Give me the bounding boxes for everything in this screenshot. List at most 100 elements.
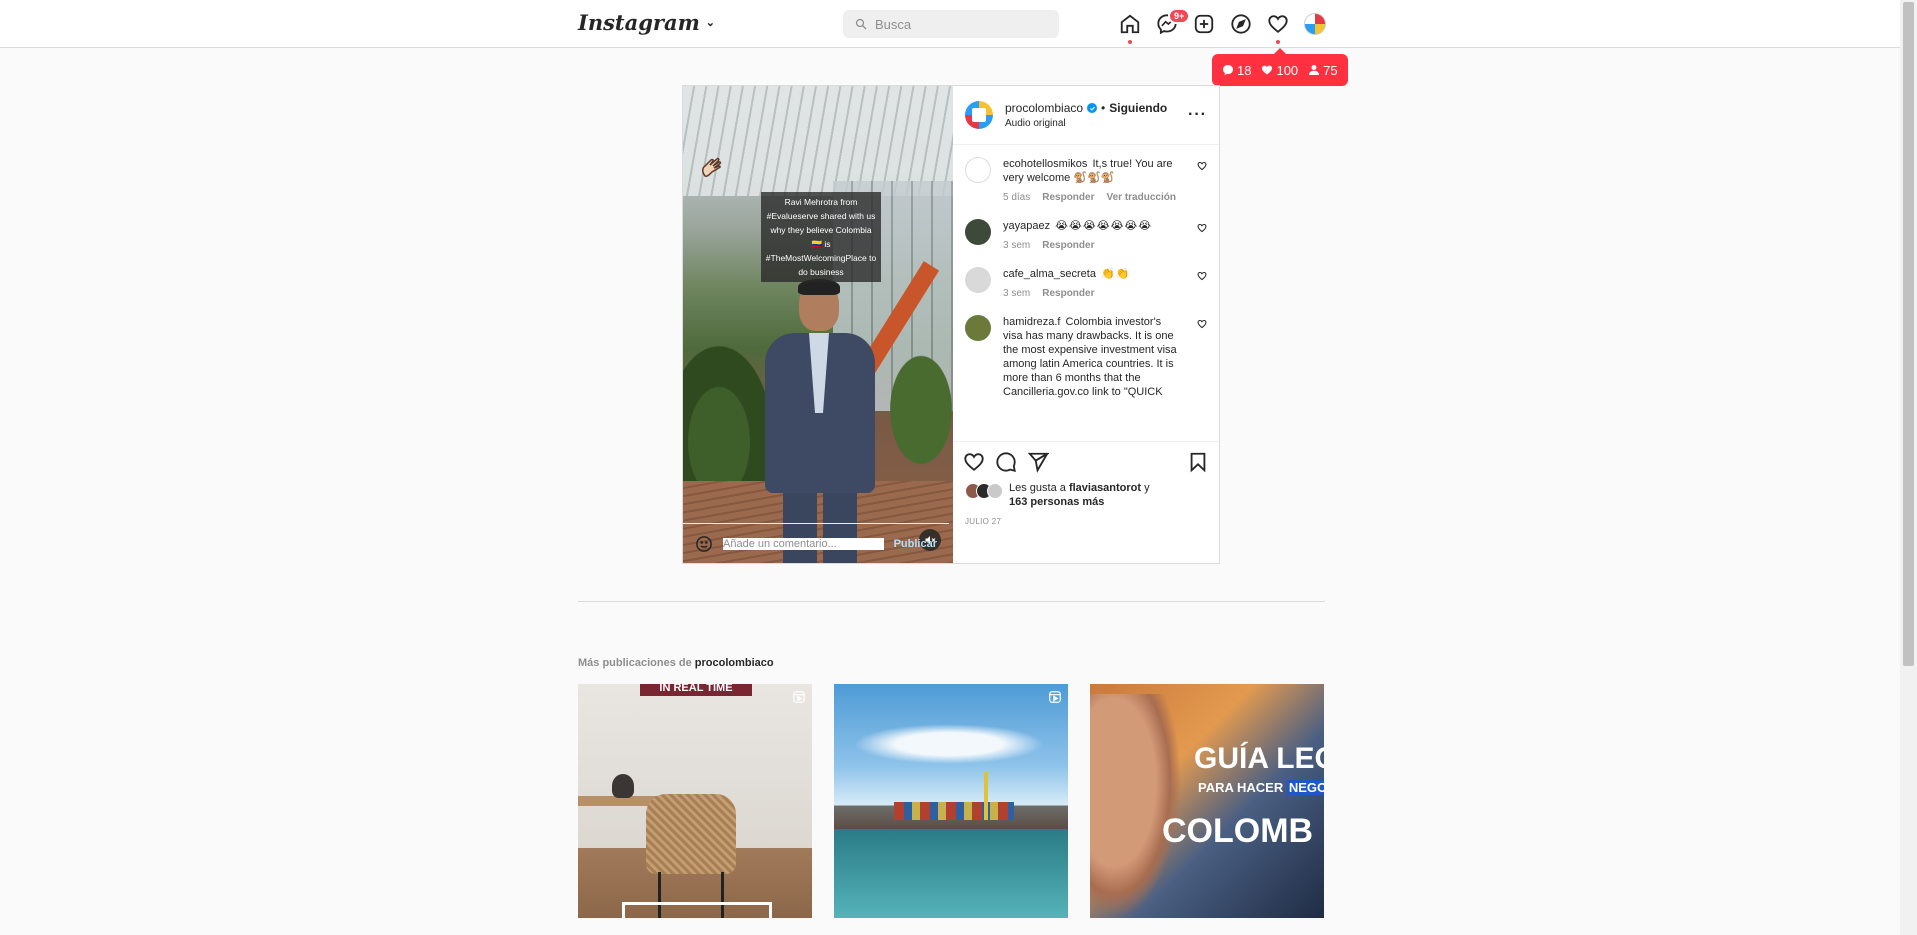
- notif-likes-count: 100: [1276, 62, 1299, 78]
- translate-button[interactable]: Ver traducción: [1106, 191, 1175, 205]
- comment-body: yayapaez 😭😭😭😭😭😭😭 3 sem Responder: [1003, 219, 1183, 253]
- activity-notification-popup[interactable]: 18 100 75: [1212, 48, 1348, 86]
- thumbnail-country-text: COLOMB: [1162, 812, 1314, 850]
- comment-time: 5 días: [1003, 192, 1031, 203]
- reel-icon: [1049, 691, 1061, 703]
- likes-user[interactable]: flaviasantorot: [1069, 482, 1141, 494]
- post-header-info: procolombiaco • Siguiendo Audio original: [1005, 101, 1167, 129]
- verified-badge-icon: [1087, 103, 1098, 113]
- reply-button[interactable]: Responder: [1042, 287, 1094, 301]
- comment-avatar[interactable]: [965, 219, 991, 245]
- more-posts-prefix: Más publicaciones de: [578, 657, 692, 669]
- post-header: procolombiaco • Siguiendo Audio original…: [953, 86, 1219, 145]
- person-icon: [1309, 65, 1320, 75]
- home-icon: [1120, 14, 1140, 34]
- bookmark-icon[interactable]: [1187, 451, 1209, 473]
- search-box[interactable]: [843, 10, 1059, 38]
- page-scrollbar[interactable]: [1900, 0, 1917, 935]
- post-thumbnail[interactable]: GUÍA LEG PARA HACER NEGOC COLOMB: [1090, 684, 1324, 918]
- messages-badge: 9+: [1168, 8, 1191, 24]
- chevron-down-icon: ⌄: [705, 16, 716, 29]
- post-thumbnail[interactable]: IN REAL TIME: [578, 684, 812, 918]
- comment-avatar[interactable]: [965, 267, 991, 293]
- comment-like-heart-icon[interactable]: [1197, 319, 1207, 329]
- emoji-smiley-icon[interactable]: [695, 535, 713, 553]
- thumbnail-subtitle-part1: PARA HACER: [1198, 780, 1284, 795]
- comment-username[interactable]: hamidreza.f: [1003, 316, 1060, 328]
- activity-indicator-dot: [1276, 40, 1280, 44]
- comment-like-heart-icon[interactable]: [1197, 271, 1207, 281]
- post-video[interactable]: Ravi Mehrotra from #Evalueserve shared w…: [683, 86, 953, 563]
- share-paper-plane-icon[interactable]: [1027, 451, 1049, 473]
- account-avatar[interactable]: [965, 101, 993, 129]
- search-input[interactable]: [875, 16, 1045, 32]
- thumbnail-subtitle-highlight: NEGOC: [1286, 780, 1324, 795]
- thumb-frame: [622, 902, 772, 918]
- likers-avatars: [965, 483, 1003, 499]
- notif-comments-count: 18: [1237, 62, 1252, 78]
- like-heart-icon[interactable]: [963, 451, 985, 473]
- more-posts-account[interactable]: procolombiaco: [695, 657, 774, 669]
- publish-button[interactable]: Publicar: [894, 538, 937, 550]
- post-actions-bar: [953, 441, 1219, 481]
- thumbnail-banner-text: IN REAL TIME: [640, 684, 752, 696]
- home-button[interactable]: [1118, 12, 1142, 44]
- thumb-hand-stamp: [1090, 694, 1180, 914]
- comment-item: hamidreza.f Colombia investor's visa has…: [965, 315, 1207, 399]
- comments-list: ecohotellosmikos It,s true! You are very…: [953, 145, 1219, 441]
- comment-like-heart-icon[interactable]: [1197, 161, 1207, 171]
- comment-username[interactable]: yayapaez: [1003, 220, 1050, 232]
- reply-button[interactable]: Responder: [1042, 191, 1094, 205]
- plus-square-icon: [1194, 14, 1214, 34]
- heart-filled-icon: [1262, 65, 1273, 75]
- comment-item: yayapaez 😭😭😭😭😭😭😭 3 sem Responder: [965, 219, 1207, 253]
- audio-link[interactable]: Audio original: [1005, 118, 1167, 129]
- compass-icon: [1231, 14, 1251, 34]
- nav-icons: 9+: [1118, 8, 1327, 44]
- messages-button[interactable]: 9+: [1155, 8, 1191, 36]
- add-comment-bar: Publicar: [683, 523, 949, 563]
- video-caption-overlay: Ravi Mehrotra from #Evalueserve shared w…: [761, 192, 881, 282]
- comment-body: ecohotellosmikos It,s true! You are very…: [1003, 157, 1183, 205]
- notif-comments: 18: [1222, 63, 1251, 78]
- new-post-button[interactable]: [1192, 12, 1216, 36]
- comment-time: 3 sem: [1003, 288, 1031, 299]
- heart-icon: [1268, 15, 1288, 33]
- more-options-button[interactable]: ···: [1188, 106, 1207, 124]
- comment-input[interactable]: [723, 537, 884, 550]
- post-thumbnail[interactable]: [834, 684, 1068, 918]
- thumb-vase: [612, 774, 634, 798]
- likes-conjunction: y: [1144, 482, 1150, 494]
- comment-username[interactable]: cafe_alma_secreta: [1003, 268, 1096, 280]
- comment-icon[interactable]: [995, 451, 1017, 473]
- likes-count[interactable]: 163 personas más: [1009, 496, 1104, 508]
- profile-avatar: [1304, 13, 1326, 35]
- separator-dot: •: [1101, 101, 1106, 115]
- post-date: JULIO 27: [965, 517, 1002, 526]
- comment-body: cafe_alma_secreta 👏👏 3 sem Responder: [1003, 267, 1183, 301]
- activity-button[interactable]: [1266, 12, 1290, 44]
- comment-avatar[interactable]: [965, 315, 991, 341]
- comment-username[interactable]: ecohotellosmikos: [1003, 158, 1087, 170]
- more-posts-title: Más publicaciones de procolombiaco: [578, 657, 774, 669]
- notif-likes: 100: [1261, 63, 1298, 78]
- comment-time: 3 sem: [1003, 240, 1031, 251]
- comment-avatar[interactable]: [965, 157, 991, 183]
- more-posts-grid: IN REAL TIME GUÍA LEG PARA HACER NEGOC C…: [578, 684, 1324, 918]
- account-name[interactable]: procolombiaco: [1005, 101, 1083, 115]
- comment-text: 😭😭😭😭😭😭😭: [1055, 220, 1153, 232]
- reply-button[interactable]: Responder: [1042, 239, 1094, 253]
- video-frame-plants: [873, 326, 953, 466]
- comment-meta: 3 sem Responder: [1003, 239, 1183, 253]
- search-icon: [855, 18, 867, 30]
- section-divider: [578, 601, 1325, 602]
- comment-like-heart-icon[interactable]: [1197, 223, 1207, 233]
- profile-button[interactable]: [1303, 12, 1327, 36]
- reel-icon: [793, 691, 805, 703]
- scrollbar-thumb[interactable]: [1903, 2, 1914, 666]
- following-button[interactable]: Siguiendo: [1109, 101, 1167, 115]
- instagram-logo[interactable]: Instagram ⌄: [578, 10, 715, 35]
- explore-button[interactable]: [1229, 12, 1253, 36]
- thumb-containers: [894, 802, 1014, 820]
- likes-prefix: Les gusta a: [1009, 482, 1066, 494]
